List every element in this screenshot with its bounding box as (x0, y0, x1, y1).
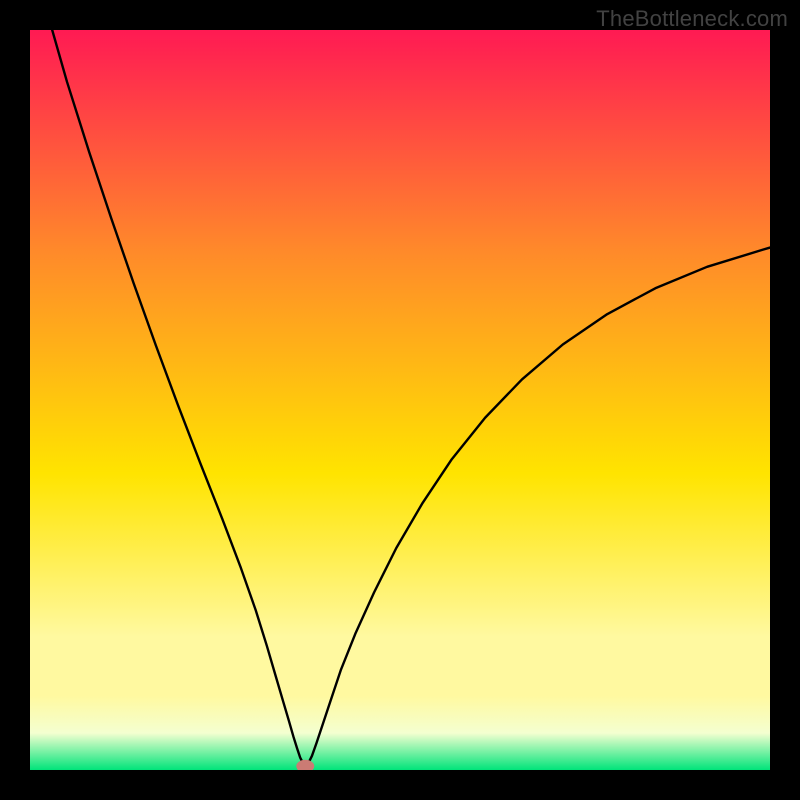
bottleneck-curve (52, 30, 770, 766)
chart-frame: TheBottleneck.com (0, 0, 800, 800)
minimum-marker (296, 760, 314, 770)
plot-area (30, 30, 770, 770)
watermark-text: TheBottleneck.com (596, 6, 788, 32)
chart-overlay (30, 30, 770, 770)
